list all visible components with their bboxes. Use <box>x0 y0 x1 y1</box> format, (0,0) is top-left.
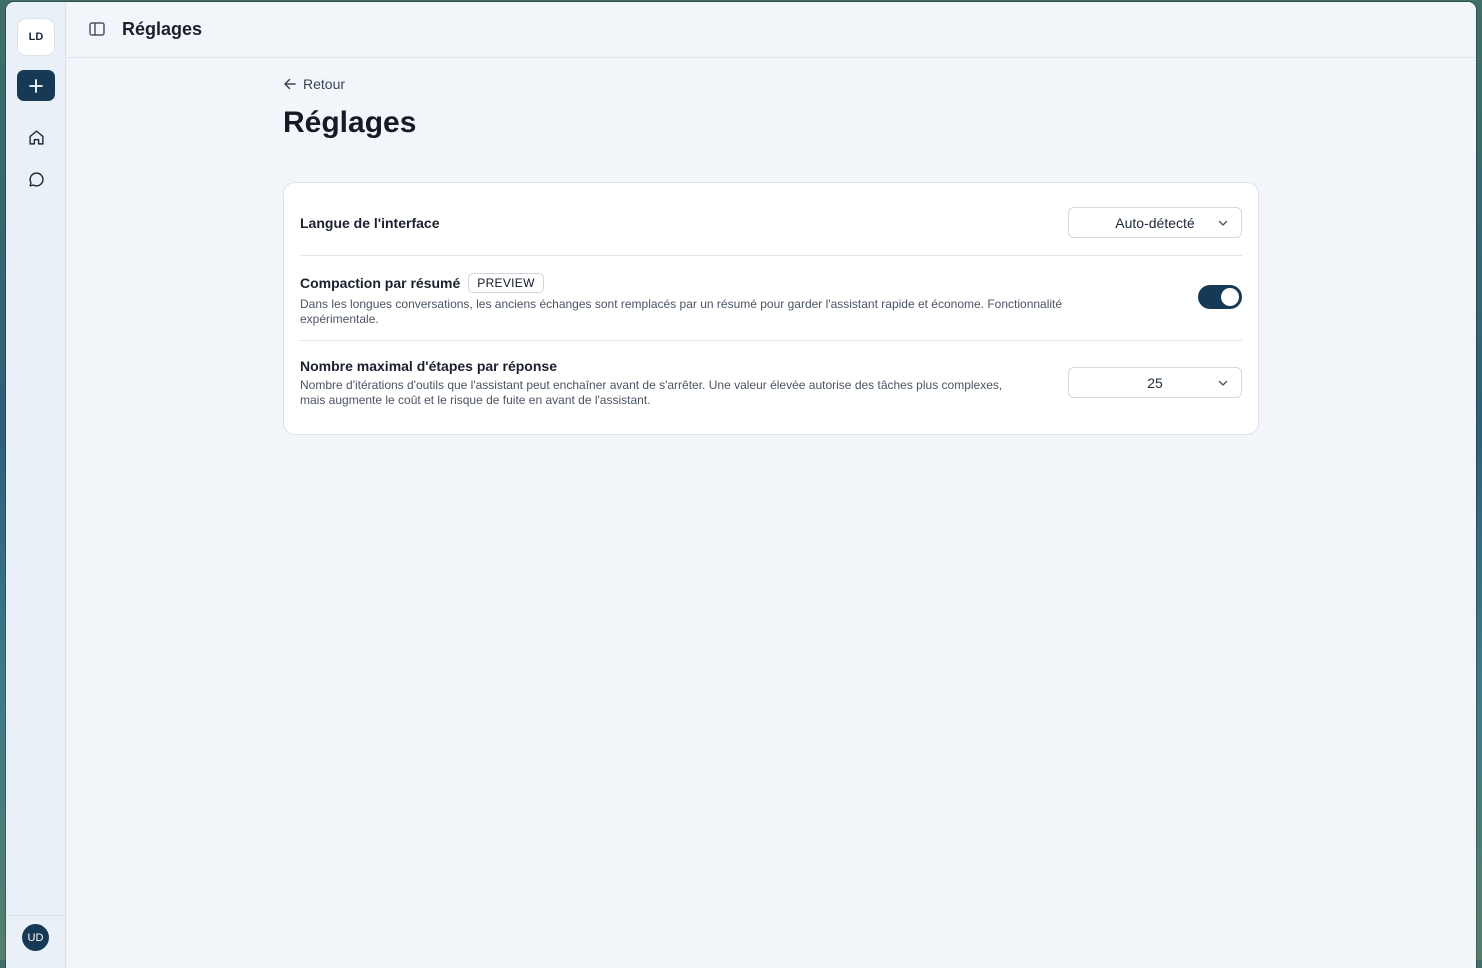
new-chat-button[interactable] <box>17 70 55 101</box>
header-title: Réglages <box>122 19 203 39</box>
compaction-description: Dans les longues conversations, les anci… <box>300 297 1063 326</box>
user-avatar[interactable]: UD <box>22 924 49 951</box>
top-bar: Réglages <box>66 2 1476 58</box>
org-avatar[interactable]: LD <box>17 18 55 56</box>
back-label: Retour <box>303 76 346 92</box>
setting-row-max-steps: Nombre maximal d'étapes par réponse Nomb… <box>300 340 1242 433</box>
max-steps-description: Nombre d'itérations d'outils que l'assis… <box>300 378 1003 407</box>
setting-row-language: Langue de l'interface Auto-détecté <box>300 183 1242 256</box>
max-steps-select[interactable]: 25 <box>1068 367 1242 398</box>
max-steps-text: Nombre maximal d'étapes par réponse Nomb… <box>300 358 1020 408</box>
back-link[interactable]: Retour <box>283 76 345 92</box>
compaction-text: Compaction par résumé PREVIEW Dans les lo… <box>300 273 1140 327</box>
toggle-knob <box>1221 288 1239 306</box>
plus-icon <box>29 78 43 93</box>
icon-rail: LD UD <box>6 2 66 968</box>
chat-icon <box>28 171 44 187</box>
app-window: LD UD Réglages Retour Réglages Langue de… <box>6 2 1476 968</box>
max-steps-select-value: 25 <box>1147 374 1163 391</box>
language-select-value: Auto-détecté <box>1115 214 1195 231</box>
setting-row-compaction: Compaction par résumé PREVIEW Dans les lo… <box>300 255 1242 341</box>
compaction-toggle[interactable] <box>1198 285 1242 309</box>
home-nav-button[interactable] <box>24 125 48 149</box>
compaction-label-line: Compaction par résumé PREVIEW <box>300 273 1140 293</box>
chat-nav-button[interactable] <box>24 167 48 191</box>
settings-card: Langue de l'interface Auto-détecté Compa… <box>283 182 1259 435</box>
arrow-left-icon <box>284 78 296 90</box>
chevron-down-icon <box>1218 220 1228 226</box>
home-icon <box>28 129 44 145</box>
compaction-label: Compaction par résumé <box>300 275 461 291</box>
page-title: Réglages <box>283 106 417 139</box>
chevron-down-icon <box>1218 380 1228 386</box>
rail-divider <box>6 915 65 916</box>
preview-badge: PREVIEW <box>468 273 544 293</box>
sidebar-toggle-icon[interactable] <box>88 20 106 38</box>
language-label: Langue de l'interface <box>300 215 440 231</box>
language-select[interactable]: Auto-détecté <box>1068 207 1242 238</box>
max-steps-label: Nombre maximal d'étapes par réponse <box>300 358 557 374</box>
